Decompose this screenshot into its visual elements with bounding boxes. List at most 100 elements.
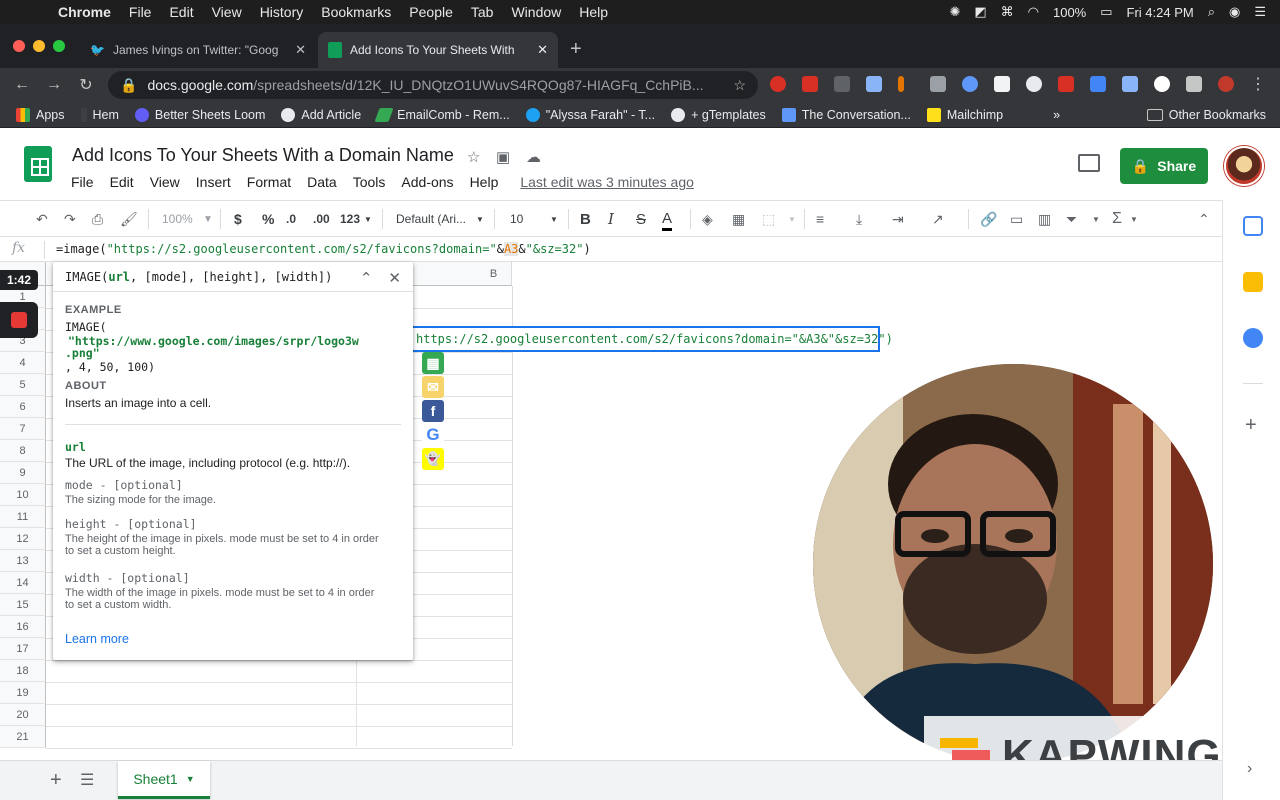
snapchat-favicon-cell[interactable]: 👻 (422, 448, 444, 470)
menu-help[interactable]: Help (579, 4, 608, 20)
horizontal-align-icon[interactable]: ≡ (816, 209, 824, 229)
menu-tab[interactable]: Tab (471, 4, 494, 20)
sheets-menu-tools[interactable]: Tools (353, 174, 386, 190)
row-header-20[interactable]: 20 (0, 704, 46, 726)
extension-dots-icon[interactable] (962, 76, 978, 92)
extensions-puzzle-icon[interactable] (1186, 76, 1202, 92)
command-icon[interactable]: ⌘ (1001, 4, 1014, 20)
fill-color-icon[interactable]: ◈ (702, 209, 713, 229)
sheets-menu-data[interactable]: Data (307, 174, 337, 190)
bookmark-mailchimp[interactable]: Mailchimp (926, 107, 1003, 122)
other-bookmarks[interactable]: Other Bookmarks (1146, 108, 1266, 122)
row-header-4[interactable]: 4 (0, 352, 46, 374)
sheet-tab-dropdown-icon[interactable]: ▼ (186, 774, 195, 784)
move-to-folder-icon[interactable]: ▣ (496, 148, 510, 166)
menu-edit[interactable]: Edit (169, 4, 193, 20)
user-icon[interactable]: ◉ (1229, 4, 1240, 20)
borders-icon[interactable]: ▦ (732, 209, 745, 229)
strikethrough-button[interactable]: S (636, 209, 646, 229)
menu-people[interactable]: People (409, 4, 453, 20)
sheets-menu-format[interactable]: Format (247, 174, 291, 190)
sheets-menu-view[interactable]: View (150, 174, 180, 190)
minimize-window-icon[interactable] (33, 40, 45, 52)
row-header-15[interactable]: 15 (0, 594, 46, 616)
currency-format-button[interactable]: $ (234, 209, 242, 229)
extension-orange-icon[interactable] (898, 76, 904, 92)
extension-red-icon[interactable] (802, 76, 818, 92)
back-icon[interactable]: ← (6, 76, 38, 94)
row-header-6[interactable]: 6 (0, 396, 46, 418)
zoom-select[interactable]: 100% (162, 209, 193, 229)
clock[interactable]: Fri 4:24 PM (1127, 5, 1194, 20)
battery-percent[interactable]: 100% (1053, 5, 1086, 20)
insert-link-icon[interactable]: 🔗 (980, 209, 997, 229)
bookmark-hem[interactable]: Hem (80, 107, 119, 122)
notification-center-icon[interactable]: ☰ (1254, 4, 1266, 20)
extension-v-icon[interactable] (930, 76, 946, 92)
font-size-select[interactable]: 10 (510, 209, 523, 229)
text-rotation-icon[interactable]: ↗ (932, 209, 944, 229)
menu-chrome[interactable]: Chrome (58, 4, 111, 20)
paint-format-icon[interactable]: 🖌 (120, 209, 138, 229)
insert-comment-icon[interactable]: ▭ (1010, 209, 1023, 229)
sheets-menu-file[interactable]: File (71, 174, 94, 190)
insert-chart-icon[interactable]: ▥ (1038, 209, 1051, 229)
italic-button[interactable]: I (608, 209, 614, 229)
bold-button[interactable]: B (580, 209, 591, 229)
formula-input[interactable]: =image("https://s2.googleusercontent.com… (56, 242, 591, 256)
row-header-10[interactable]: 10 (0, 484, 46, 506)
extension-hand-icon[interactable] (1026, 76, 1042, 92)
extension-adblock-icon[interactable] (770, 76, 786, 92)
filter-icon[interactable]: ⏷ (1066, 209, 1077, 229)
zoom-dropdown-icon[interactable]: ▼ (203, 209, 213, 229)
increase-decimals-button[interactable]: .00 (313, 209, 330, 229)
font-size-dropdown-icon[interactable]: ▼ (550, 209, 558, 229)
google-favicon-cell[interactable]: G (422, 424, 444, 446)
expand-panel-icon[interactable]: › (1247, 760, 1252, 778)
calendar-icon[interactable] (1243, 216, 1263, 236)
reload-icon[interactable]: ↻ (70, 75, 102, 95)
comment-history-icon[interactable] (1078, 154, 1100, 172)
cell-editor[interactable]: https://s2.googleusercontent.com/s2/favi… (410, 326, 893, 352)
row-header-5[interactable]: 5 (0, 374, 46, 396)
address-bar[interactable]: 🔒 docs.google.com/spreadsheets/d/12K_IU_… (108, 71, 758, 99)
row-header-18[interactable]: 18 (0, 660, 46, 682)
sheets-menu-addons[interactable]: Add-ons (401, 174, 453, 190)
brightness-icon[interactable]: ✺ (949, 4, 960, 20)
undo-icon[interactable]: ↶ (36, 209, 48, 229)
sheets-menu-insert[interactable]: Insert (196, 174, 231, 190)
sheets-menu-help[interactable]: Help (470, 174, 499, 190)
row-header-11[interactable]: 11 (0, 506, 46, 528)
spotlight-icon[interactable]: ⌕ (1208, 4, 1215, 20)
vertical-align-icon[interactable]: ⤓ (856, 209, 862, 229)
close-window-icon[interactable] (13, 40, 25, 52)
email-favicon-cell[interactable]: ✉ (422, 376, 444, 398)
tab-sheets[interactable]: Add Icons To Your Sheets With ✕ (318, 32, 558, 68)
bookmark-gtemplates[interactable]: + gTemplates (671, 107, 766, 122)
menu-bookmarks[interactable]: Bookmarks (321, 4, 391, 20)
menu-view[interactable]: View (212, 4, 242, 20)
battery-icon[interactable]: ▭ (1100, 4, 1112, 20)
bookmark-emailcomb[interactable]: EmailComb - Rem... (374, 107, 510, 122)
filter-dropdown-icon[interactable]: ▼ (1092, 209, 1100, 229)
percent-format-button[interactable]: % (262, 209, 274, 229)
star-icon[interactable]: ☆ (467, 148, 480, 166)
add-addon-icon[interactable]: + (1245, 414, 1257, 437)
row-header-17[interactable]: 17 (0, 638, 46, 660)
more-formats-button[interactable]: 123 (340, 209, 360, 229)
collapse-help-icon[interactable]: ⌃ (360, 269, 373, 287)
bookmark-the-conversation[interactable]: The Conversation... (781, 107, 911, 122)
extension-blue-icon[interactable] (866, 76, 882, 92)
new-tab-button[interactable]: + (570, 38, 582, 61)
row-header-12[interactable]: 12 (0, 528, 46, 550)
cloud-status-icon[interactable]: ☁ (526, 148, 541, 166)
add-sheet-icon[interactable]: + (50, 769, 62, 792)
menu-window[interactable]: Window (511, 4, 561, 20)
last-edit-link[interactable]: Last edit was 3 minutes ago (520, 174, 694, 190)
learn-more-link[interactable]: Learn more (65, 632, 129, 646)
row-header-14[interactable]: 14 (0, 572, 46, 594)
bookmark-alyssa-farah[interactable]: "Alyssa Farah" - T... (525, 107, 655, 122)
bookmark-better-sheets-loom[interactable]: Better Sheets Loom (134, 107, 265, 122)
forward-icon[interactable]: → (38, 76, 70, 94)
collapse-toolbar-icon[interactable]: ⌃ (1198, 209, 1210, 229)
